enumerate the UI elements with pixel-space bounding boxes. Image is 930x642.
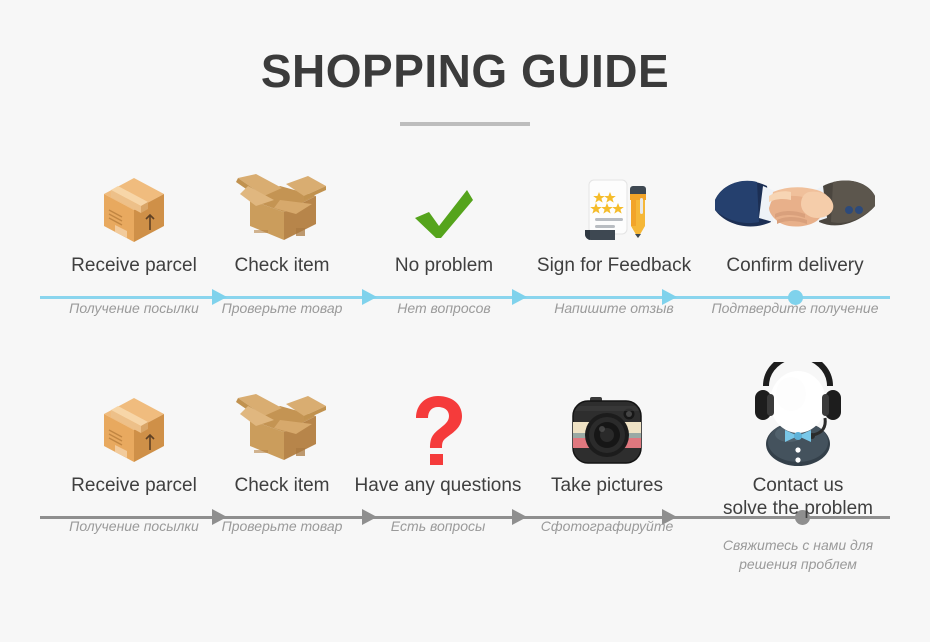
step-sublabel: Сфотографируйте — [540, 518, 674, 534]
step-sublabel: Свяжитесь с нами для решения проблем — [722, 537, 874, 572]
step-sublabel: Проверьте товар — [221, 300, 343, 316]
step-have-any-questions: Have any questions Есть вопросы — [348, 380, 528, 536]
step-label: Check item — [234, 475, 330, 496]
step-sublabel: Нет вопросов — [397, 300, 491, 316]
step-check-item: Check item Проверьте товар — [192, 380, 372, 536]
step-label: Sign for Feedback — [536, 255, 692, 276]
step-no-problem: No problem Нет вопросов — [354, 160, 534, 318]
step-label: Have any questions — [354, 475, 522, 496]
step-sign-for-feedback: Sign for Feedback Напишите отзыв — [524, 160, 704, 318]
step-contact-us: Contact us solve the problem Свяжитесь с … — [700, 360, 896, 574]
step-label: No problem — [394, 255, 494, 276]
step-label: Confirm delivery — [726, 255, 864, 276]
step-check-item: Check item Проверьте товар — [192, 160, 372, 318]
step-sublabel: Есть вопросы — [390, 518, 486, 534]
page-title: SHOPPING GUIDE — [260, 45, 670, 97]
step-label: Check item — [234, 255, 330, 276]
step-sublabel: Подтвердите получение — [711, 300, 879, 316]
title-divider — [400, 122, 530, 126]
open-box-icon — [192, 160, 372, 246]
step-take-pictures: Take pictures Сфотографируйте — [517, 380, 697, 536]
step-confirm-delivery: Confirm delivery Подтвердите получение — [702, 160, 888, 318]
step-label: Contact us solve the problem — [723, 475, 873, 519]
step-sublabel: Напишите отзыв — [554, 300, 674, 316]
shopping-guide-page: SHOPPING GUIDE Receive parcel Получение … — [0, 0, 930, 642]
open-box-icon — [192, 380, 372, 466]
page-header: SHOPPING GUIDE — [0, 44, 930, 126]
camera-icon — [517, 380, 697, 466]
feedback-form-icon — [524, 160, 704, 246]
question-mark-icon — [348, 380, 528, 466]
step-label: Take pictures — [551, 475, 663, 496]
support-agent-icon — [700, 360, 896, 466]
green-check-icon — [354, 160, 534, 246]
step-sublabel: Проверьте товар — [221, 518, 343, 534]
handshake-icon — [702, 160, 888, 246]
